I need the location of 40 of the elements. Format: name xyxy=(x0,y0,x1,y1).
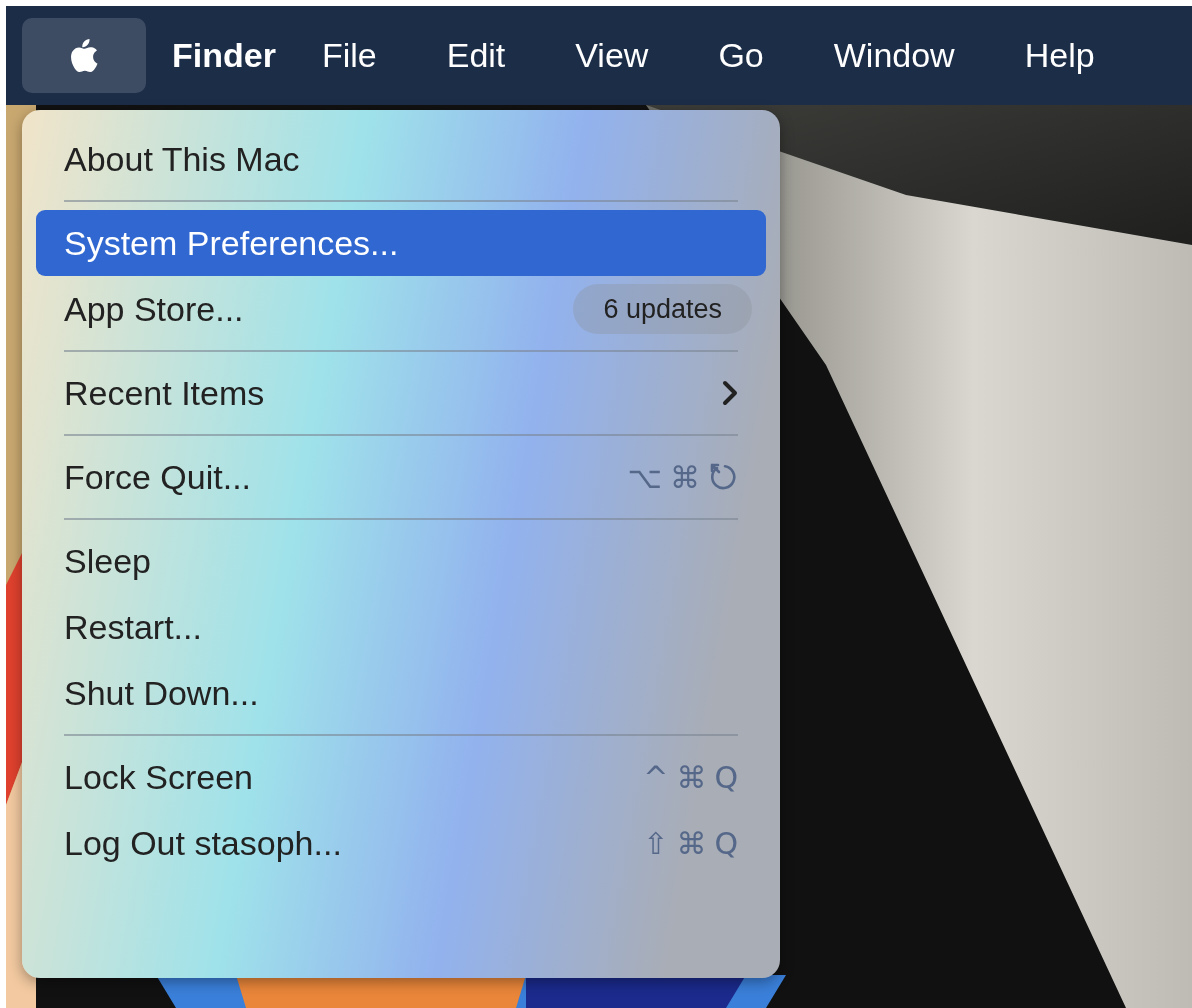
shortcut-key: ⌘ xyxy=(676,820,707,866)
menu-item-label: Sleep xyxy=(64,540,151,582)
apple-logo-icon xyxy=(70,38,98,73)
menu-item-label: Shut Down... xyxy=(64,672,259,714)
menu-item[interactable]: Restart... xyxy=(36,594,766,660)
menu-item[interactable]: Lock Screen ^ ⌘ Q xyxy=(36,744,766,810)
shortcut-key: ⌥ xyxy=(627,454,662,500)
shortcut-key: ⌘ xyxy=(676,754,707,800)
menu-bar-item[interactable]: File xyxy=(301,18,397,93)
menu-item[interactable]: Force Quit... ⌥ ⌘ xyxy=(36,444,766,510)
menu-item-label: Log Out stasoph... xyxy=(64,822,342,864)
updates-badge: 6 updates xyxy=(573,284,752,334)
menu-item[interactable]: Recent Items xyxy=(36,360,766,426)
menu-bar-item[interactable]: Finder xyxy=(152,18,296,93)
shortcut-key: Q xyxy=(714,754,738,800)
shortcut-key: ^ xyxy=(643,754,669,800)
menu-bar-item[interactable]: View xyxy=(555,18,669,93)
menu-item[interactable]: Shut Down... xyxy=(36,660,766,726)
shortcut-key: ⇧ xyxy=(643,820,669,866)
menu-item[interactable]: System Preferences... xyxy=(36,210,766,276)
chevron-right-icon xyxy=(722,380,738,406)
menu-item-label: App Store... xyxy=(64,288,244,330)
menu-bar-item[interactable]: Window xyxy=(813,18,975,93)
menu-item-label: Restart... xyxy=(64,606,202,648)
menu-bar-item[interactable]: Edit xyxy=(426,18,526,93)
restart-icon xyxy=(708,462,738,492)
shortcut-key: Q xyxy=(714,820,738,866)
menu-item[interactable]: Sleep xyxy=(36,528,766,594)
menu-item[interactable]: Log Out stasoph... ⇧ ⌘ Q xyxy=(36,810,766,876)
shortcut-key: ⌘ xyxy=(670,454,700,500)
menu-item[interactable]: About This Mac xyxy=(36,126,766,192)
menu-item-label: System Preferences... xyxy=(64,222,399,264)
menu-item-label: Force Quit... xyxy=(64,456,252,498)
menu-bar-item[interactable]: Help xyxy=(1004,18,1115,93)
menu-item-label: Recent Items xyxy=(64,372,265,414)
menu-bar-item[interactable]: Go xyxy=(698,18,784,93)
menu-item[interactable]: App Store... 6 updates xyxy=(36,276,766,342)
menu-item-label: About This Mac xyxy=(64,138,300,180)
apple-menu-button[interactable] xyxy=(22,18,146,93)
menu-item-label: Lock Screen xyxy=(64,756,253,798)
